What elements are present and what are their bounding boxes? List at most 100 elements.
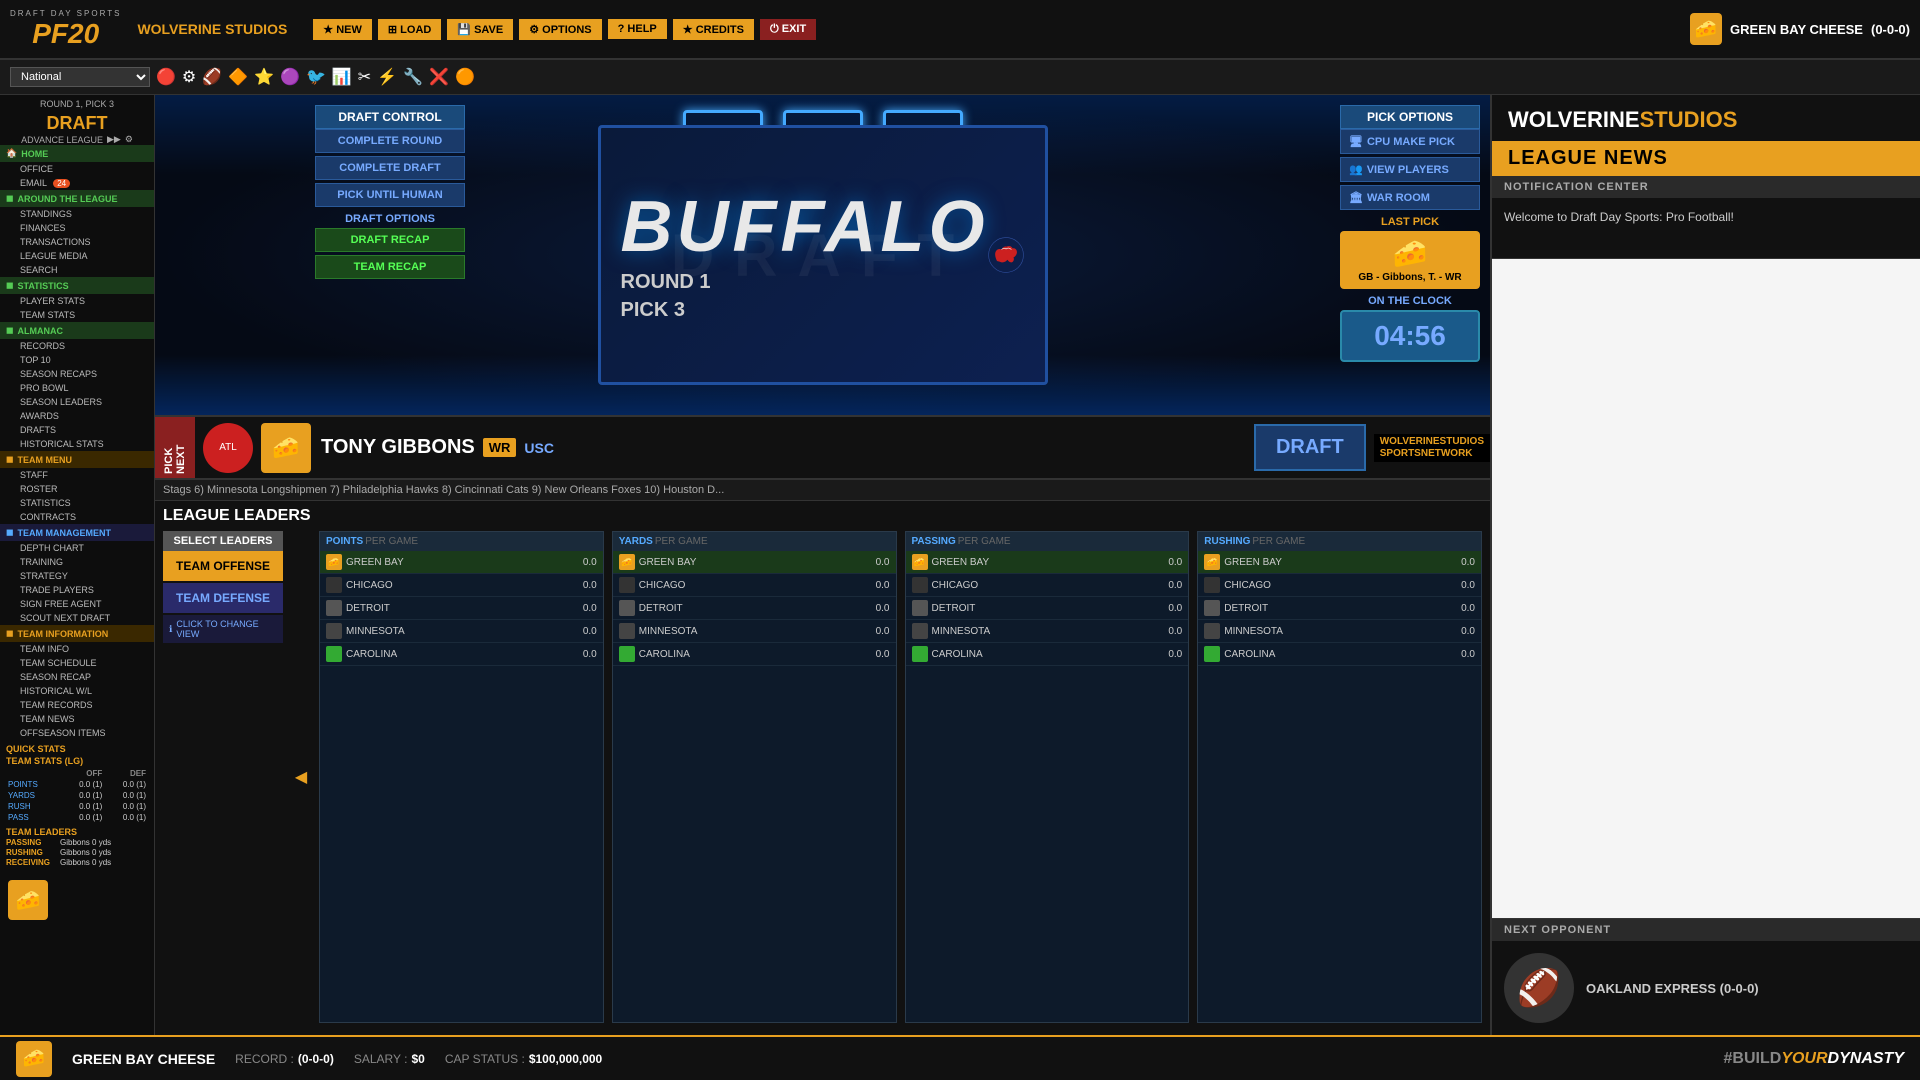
gb-passing-icon: 🧀 [912, 554, 928, 570]
help-button[interactable]: ? HELP [608, 19, 667, 39]
filter-icon-7[interactable]: 🐦 [306, 67, 326, 87]
sidebar-item-email[interactable]: EMAIL 24 [0, 176, 154, 190]
filter-icon-3[interactable]: 🏈 [202, 67, 222, 87]
pick-until-human-button[interactable]: PICK UNTIL HUMAN [315, 183, 465, 207]
filter-icon-9[interactable]: ✂ [358, 67, 371, 87]
sidebar-item-team-news[interactable]: TEAM NEWS [0, 712, 154, 726]
filter-icon-12[interactable]: ❌ [429, 67, 449, 87]
sidebar-item-season-leaders[interactable]: SEASON LEADERS [0, 395, 154, 409]
sidebar-item-awards[interactable]: AWARDS [0, 409, 154, 423]
filter-icon-4[interactable]: 🔶 [228, 67, 248, 87]
sidebar-item-team-records[interactable]: TEAM RECORDS [0, 698, 154, 712]
home-label: HOME [21, 149, 48, 159]
filter-icon-2[interactable]: ⚙ [182, 67, 196, 87]
statistics-label: STATISTICS [17, 281, 68, 291]
pick-options-panel: PICK OPTIONS 🖥 CPU MAKE PICK 👥 VIEW PLAY… [1340, 105, 1480, 362]
sidebar-item-finances[interactable]: FINANCES [0, 221, 154, 235]
sidebar-almanac-section[interactable]: ◼ ALMANAC [0, 322, 154, 339]
sidebar-item-team-info[interactable]: TEAM INFO [0, 642, 154, 656]
next-pick-school: USC [524, 440, 554, 456]
sidebar-around-league-section[interactable]: ◼ AROUND THE LEAGUE [0, 190, 154, 207]
notification-center: NOTIFICATION CENTER Welcome to Draft Day… [1492, 176, 1920, 259]
next-pick-cheese-icon: 🧀 [261, 423, 311, 473]
sidebar-item-season-recaps[interactable]: SEASON RECAPS [0, 367, 154, 381]
sidebar-item-historical-stats[interactable]: HISTORICAL STATS [0, 437, 154, 451]
det-yards-val: 0.0 [855, 603, 890, 614]
sidebar-team-management-section[interactable]: ◼ TEAM MANAGEMENT [0, 524, 154, 541]
draft-action-button[interactable]: DRAFT [1254, 424, 1366, 471]
sidebar-item-historical-wl[interactable]: HISTORICAL W/L [0, 684, 154, 698]
click-to-change-view[interactable]: ℹ CLICK TO CHANGE VIEW [163, 615, 283, 643]
sidebar-item-drafts[interactable]: DRAFTS [0, 423, 154, 437]
statistics-icon: ◼ [6, 280, 13, 291]
team-defense-button[interactable]: TEAM DEFENSE [163, 583, 283, 613]
passing-col-sub: PER GAME [958, 536, 1011, 547]
sidebar-team-icon: 🧀 [8, 880, 48, 920]
sidebar-item-strategy[interactable]: STRATEGY [0, 569, 154, 583]
complete-round-button[interactable]: COMPLETE ROUND [315, 129, 465, 153]
sidebar-item-transactions[interactable]: TRANSACTIONS [0, 235, 154, 249]
sidebar-team-menu-section[interactable]: ◼ TEAM MENU [0, 451, 154, 468]
sidebar-item-sign-free-agent[interactable]: SIGN FREE AGENT [0, 597, 154, 611]
car-rushing-icon [1204, 646, 1220, 662]
filter-icon-13[interactable]: 🟠 [455, 67, 475, 87]
sidebar-item-records[interactable]: RECORDS [0, 339, 154, 353]
filter-icon-1[interactable]: 🔴 [156, 67, 176, 87]
team-leaders-panel: TEAM LEADERS PASSING Gibbons 0 yds RUSHI… [0, 827, 154, 872]
filter-icon-11[interactable]: 🔧 [403, 67, 423, 87]
sidebar-item-contracts[interactable]: CONTRACTS [0, 510, 154, 524]
sidebar-item-team-stats[interactable]: TEAM STATS [0, 308, 154, 322]
sidebar-item-office[interactable]: OFFICE [0, 162, 154, 176]
sidebar-item-season-recap[interactable]: SEASON RECAP [0, 670, 154, 684]
cpu-make-pick-button[interactable]: 🖥 CPU MAKE PICK [1340, 129, 1480, 154]
credits-button[interactable]: ★ CREDITS [673, 19, 754, 40]
sidebar-item-trade-players[interactable]: TRADE PLAYERS [0, 583, 154, 597]
team-name-nav: GREEN BAY CHEESE [1730, 22, 1863, 37]
sidebar-item-roster[interactable]: ROSTER [0, 482, 154, 496]
around-league-icon: ◼ [6, 193, 13, 204]
exit-button[interactable]: ⏻ EXIT [760, 19, 816, 40]
sidebar-item-top10[interactable]: TOP 10 [0, 353, 154, 367]
team-offense-button[interactable]: TEAM OFFENSE [163, 551, 283, 581]
draft-recap-button[interactable]: DRAFT RECAP [315, 228, 465, 252]
studio-first: WOLVERINE [1508, 107, 1640, 132]
sidebar-item-search[interactable]: SEARCH [0, 263, 154, 277]
min-points-val: 0.0 [562, 626, 597, 637]
sidebar-team-info-section[interactable]: ◼ TEAM INFORMATION [0, 625, 154, 642]
league-settings-icon[interactable]: ⚙ [125, 134, 133, 145]
save-button[interactable]: 💾 SAVE [447, 19, 513, 40]
sidebar-item-league-media[interactable]: LEAGUE MEDIA [0, 249, 154, 263]
view-players-button[interactable]: 👥 VIEW PLAYERS [1340, 157, 1480, 182]
sidebar-item-standings[interactable]: STANDINGS [0, 207, 154, 221]
ll-scroll-left[interactable]: ◀ [291, 531, 311, 1023]
rushing-col-title: RUSHING [1204, 536, 1250, 547]
sidebar-statistics-section[interactable]: ◼ STATISTICS [0, 277, 154, 294]
sidebar-item-player-stats[interactable]: PLAYER STATS [0, 294, 154, 308]
record-label: RECORD : [235, 1052, 294, 1066]
filter-icon-5[interactable]: ⭐ [254, 67, 274, 87]
sidebar-item-offseason-items[interactable]: OFFSEASON ITEMS [0, 726, 154, 740]
team-recap-button[interactable]: TEAM RECAP [315, 255, 465, 279]
load-button[interactable]: ⊞ LOAD [378, 19, 441, 40]
new-button[interactable]: ★ NEW [313, 19, 372, 40]
sidebar-item-pro-bowl[interactable]: PRO BOWL [0, 381, 154, 395]
sidebar-home-section[interactable]: 🏠 HOME [0, 145, 154, 162]
filter-icon-10[interactable]: ⚡ [377, 67, 397, 87]
league-filter-select[interactable]: National AFC NFC [10, 67, 150, 87]
gb-points-icon: 🧀 [326, 554, 342, 570]
options-button[interactable]: ⚙ OPTIONS [519, 19, 601, 40]
draft-control-panel: DRAFT CONTROL COMPLETE ROUND COMPLETE DR… [315, 105, 465, 282]
ll-passing-row-3: MINNESOTA 0.0 [906, 620, 1189, 643]
sidebar-item-training[interactable]: TRAINING [0, 555, 154, 569]
sidebar-item-staff[interactable]: STAFF [0, 468, 154, 482]
filter-icon-6[interactable]: 🟣 [280, 67, 300, 87]
war-room-button[interactable]: 🏛 WAR ROOM [1340, 185, 1480, 210]
complete-draft-button[interactable]: COMPLETE DRAFT [315, 156, 465, 180]
sidebar-item-depth-chart[interactable]: DEPTH CHART [0, 541, 154, 555]
sidebar-item-statistics[interactable]: STATISTICS [0, 496, 154, 510]
filter-icon-8[interactable]: 📊 [332, 67, 352, 87]
chi-points-val: 0.0 [562, 580, 597, 591]
sidebar-item-team-schedule[interactable]: TEAM SCHEDULE [0, 656, 154, 670]
sidebar-item-scout-next-draft[interactable]: SCOUT NEXT DRAFT [0, 611, 154, 625]
rushing-col-header: RUSHING PER GAME [1198, 532, 1481, 551]
